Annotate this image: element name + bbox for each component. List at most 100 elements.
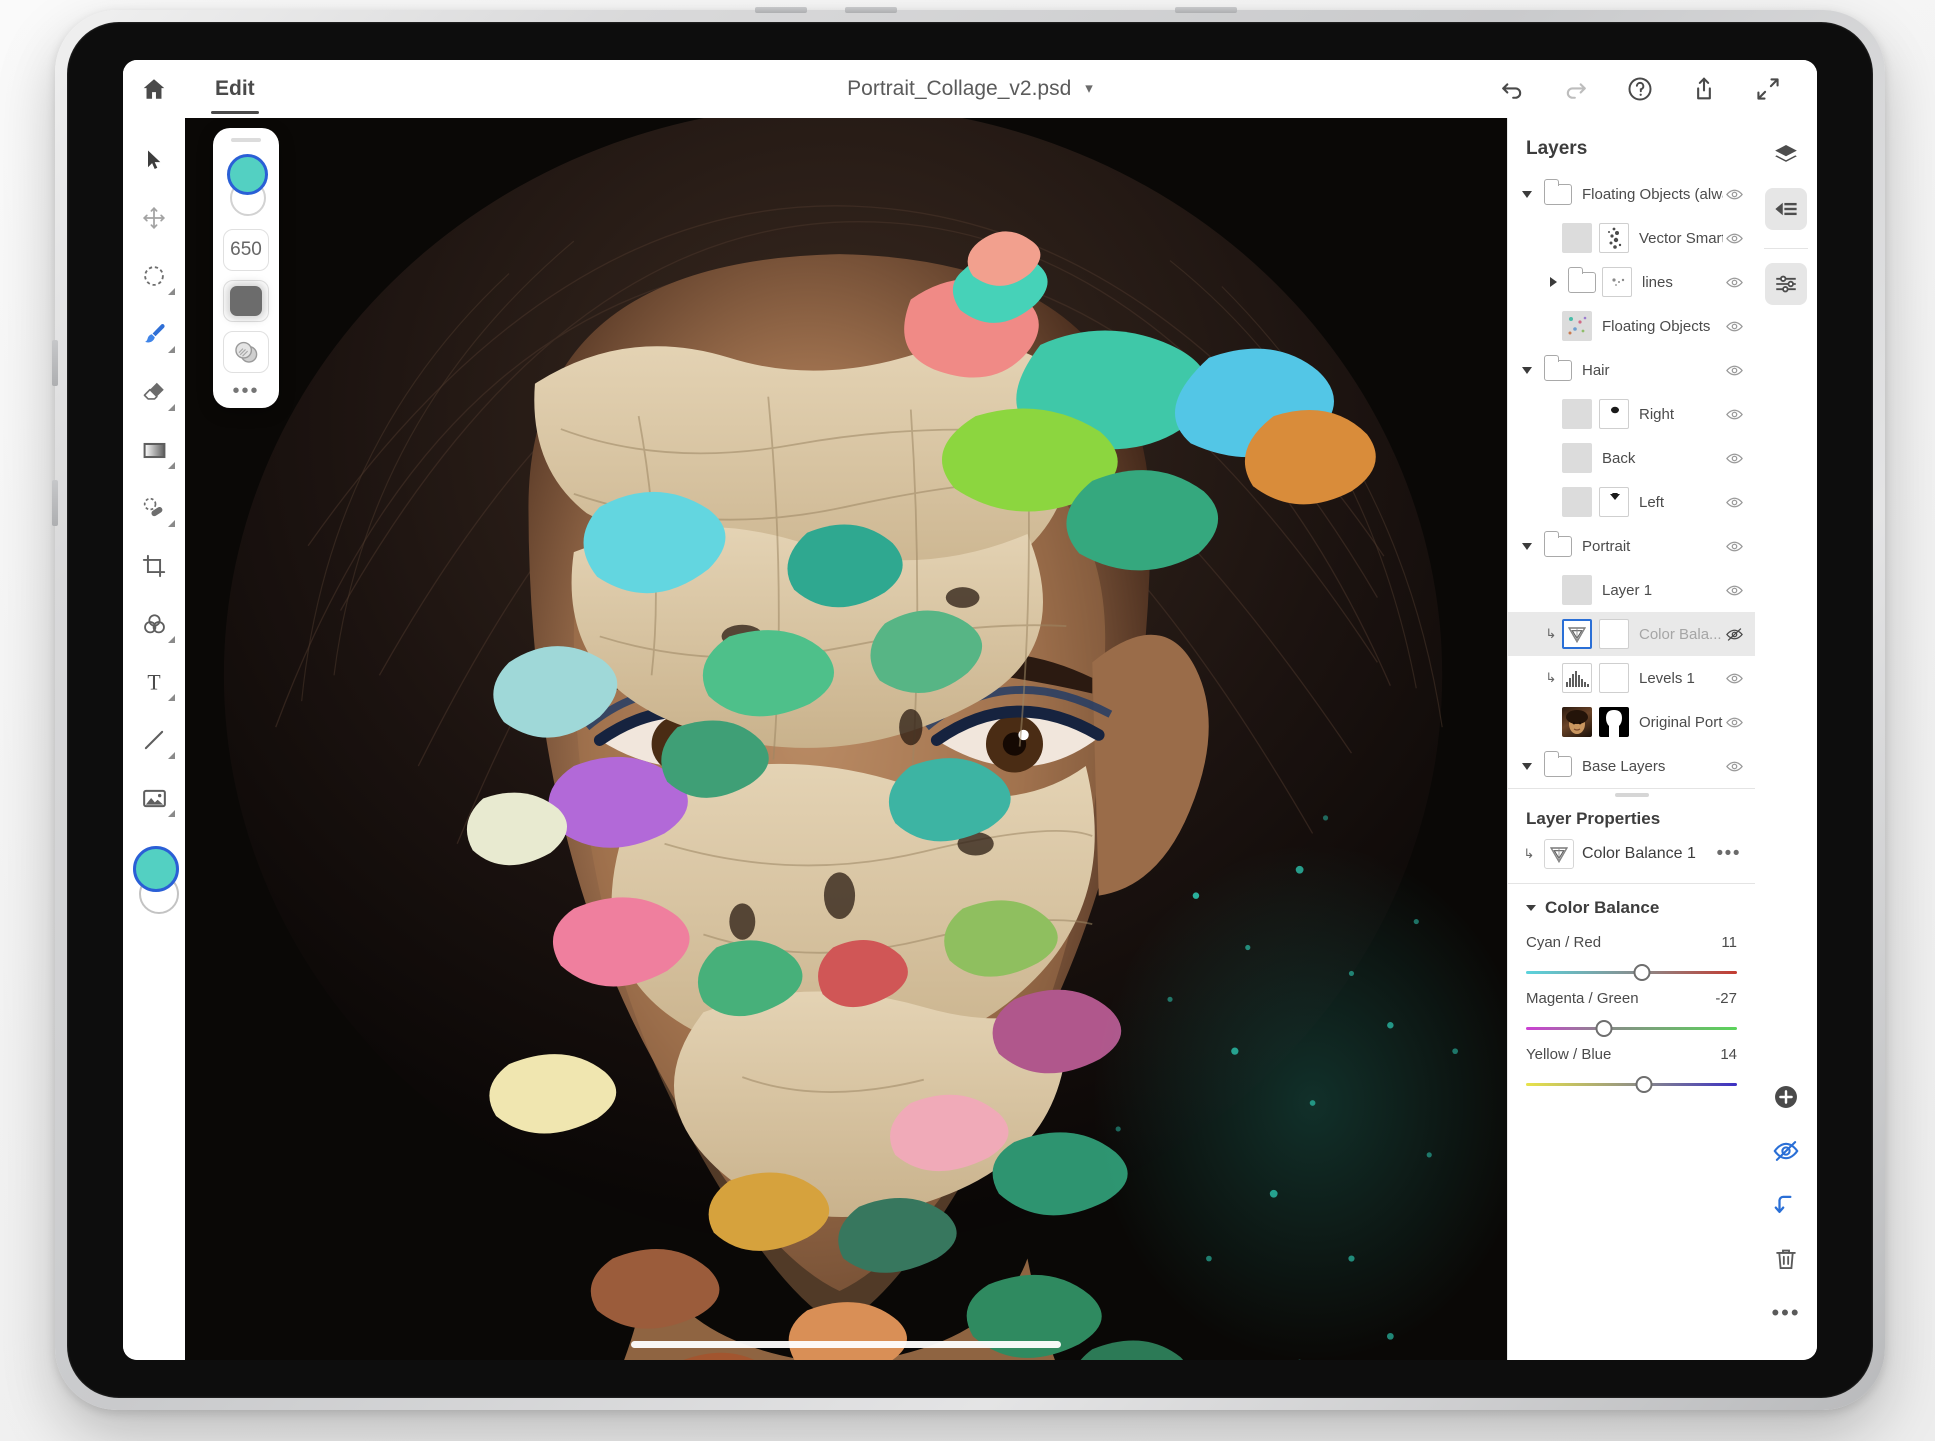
crop-tool[interactable] (128, 538, 180, 594)
brush-blend-button[interactable] (223, 331, 269, 373)
layer-row[interactable]: ↳ Color Bala... (1508, 612, 1755, 656)
brush-tool[interactable] (128, 306, 180, 362)
undo-button[interactable] (1497, 74, 1527, 104)
slider-track[interactable] (1526, 964, 1737, 981)
image-canvas[interactable]: 650 ••• (185, 118, 1507, 1360)
color-balance-slider[interactable]: Yellow / Blue 14 (1508, 1038, 1755, 1094)
layer-visibility-toggle[interactable] (1723, 361, 1745, 380)
slider-thumb[interactable] (1633, 964, 1651, 981)
layer-visibility-toggle[interactable] (1723, 757, 1745, 776)
slider-track[interactable] (1526, 1076, 1737, 1093)
color-swatches[interactable] (128, 846, 180, 924)
home-indicator-bar[interactable] (631, 1341, 1061, 1348)
type-tool[interactable]: T (128, 654, 180, 710)
add-layer-button[interactable] (1765, 1076, 1807, 1118)
layer-visibility-toggle[interactable] (1723, 273, 1745, 292)
slider-thumb[interactable] (1595, 1020, 1613, 1037)
layer-mask-thumbnail[interactable] (1599, 707, 1629, 737)
layer-visibility-toggle[interactable] (1723, 581, 1745, 600)
layer-properties-more-button[interactable]: ••• (1717, 843, 1741, 865)
layer-row[interactable]: Original Portr... (1508, 700, 1755, 744)
layer-row[interactable]: Vector Smart... (1508, 216, 1755, 260)
layer-thumbnail[interactable] (1562, 443, 1592, 473)
more-options-button[interactable]: ••• (1765, 1292, 1807, 1334)
layer-properties-row[interactable]: ↳ Color Balance 1 ••• (1508, 835, 1755, 883)
layer-visibility-toggle[interactable] (1723, 713, 1745, 732)
layer-mask-thumbnail[interactable] (1599, 223, 1629, 253)
move-select-tool[interactable] (128, 132, 180, 188)
layer-row[interactable]: ↳ Levels 1 (1508, 656, 1755, 700)
line-shape-tool[interactable] (128, 712, 180, 768)
layer-row[interactable]: Hair (1508, 348, 1755, 392)
slider-track[interactable] (1526, 1020, 1737, 1037)
layer-visibility-toggle[interactable] (1723, 669, 1745, 688)
layer-row[interactable]: Right (1508, 392, 1755, 436)
layer-visibility-toggle[interactable] (1723, 625, 1745, 644)
layer-thumbnail[interactable] (1562, 487, 1592, 517)
layer-row[interactable]: Base Layers (1508, 744, 1755, 788)
layers-panel-button[interactable] (1765, 134, 1807, 176)
layer-visibility-toggle[interactable] (1723, 449, 1745, 468)
home-button[interactable] (123, 76, 185, 102)
group-disclosure-toggle[interactable] (1518, 366, 1536, 374)
layer-thumbnail[interactable] (1562, 707, 1592, 737)
volume-button-down[interactable] (845, 7, 897, 13)
expand-button[interactable] (1753, 74, 1783, 104)
hide-layer-button[interactable] (1765, 1130, 1807, 1172)
help-button[interactable] (1625, 74, 1655, 104)
redo-button[interactable] (1561, 74, 1591, 104)
adjustments-button[interactable] (1765, 263, 1807, 305)
layer-thumbnail[interactable] (1562, 311, 1592, 341)
healing-brush-tool[interactable] (128, 480, 180, 536)
group-disclosure-toggle[interactable] (1544, 277, 1562, 287)
layer-mask-thumbnail[interactable] (1602, 267, 1632, 297)
brush-tip-button[interactable] (223, 280, 269, 322)
layer-visibility-toggle[interactable] (1723, 493, 1745, 512)
layer-thumbnail[interactable] (1562, 223, 1592, 253)
layer-mask-thumbnail[interactable] (1599, 663, 1629, 693)
layer-row[interactable]: Layer 1 (1508, 568, 1755, 612)
transform-tool[interactable] (128, 190, 180, 246)
group-disclosure-toggle[interactable] (1518, 190, 1536, 198)
color-balance-slider[interactable]: Magenta / Green -27 (1508, 982, 1755, 1038)
layer-visibility-toggle[interactable] (1723, 229, 1745, 248)
layer-visibility-toggle[interactable] (1723, 405, 1745, 424)
group-disclosure-toggle[interactable] (1518, 762, 1536, 770)
layer-visibility-toggle[interactable] (1723, 317, 1745, 336)
volume-button-up[interactable] (755, 7, 807, 13)
layer-mask-thumbnail[interactable] (1599, 399, 1629, 429)
adjustment-tool[interactable] (128, 596, 180, 652)
layer-visibility-toggle[interactable] (1723, 185, 1745, 204)
layer-row[interactable]: Portrait (1508, 524, 1755, 568)
color-balance-slider[interactable]: Cyan / Red 11 (1508, 926, 1755, 982)
layer-row[interactable]: Back (1508, 436, 1755, 480)
layer-row[interactable]: Left (1508, 480, 1755, 524)
gradient-tool[interactable] (128, 422, 180, 478)
brush-size-field[interactable]: 650 (223, 229, 269, 271)
layer-thumbnail[interactable] (1562, 399, 1592, 429)
panel-drag-handle[interactable] (231, 138, 261, 142)
power-button[interactable] (1175, 7, 1237, 13)
layer-row[interactable]: Floating Objects (1508, 304, 1755, 348)
brush-more-options[interactable]: ••• (232, 381, 259, 401)
delete-layer-button[interactable] (1765, 1238, 1807, 1280)
layer-mask-thumbnail[interactable] (1599, 619, 1629, 649)
slider-thumb[interactable] (1635, 1076, 1653, 1093)
layer-thumbnail[interactable] (1562, 575, 1592, 605)
layer-row[interactable]: lines (1508, 260, 1755, 304)
tab-edit[interactable]: Edit (189, 60, 281, 118)
panel-resize-handle[interactable] (1508, 789, 1755, 801)
layer-mask-thumbnail[interactable] (1599, 487, 1629, 517)
clipping-mask-button[interactable] (1765, 1184, 1807, 1226)
brush-color-swatches[interactable] (220, 154, 272, 220)
group-disclosure-toggle[interactable] (1518, 542, 1536, 550)
eraser-tool[interactable] (128, 364, 180, 420)
share-button[interactable] (1689, 74, 1719, 104)
place-image-tool[interactable] (128, 770, 180, 826)
layers-list[interactable]: Floating Objects (alway... Vector Smart..… (1508, 172, 1755, 788)
color-balance-sliders[interactable]: Cyan / Red 11 Magenta / Green -27 Yellow / B… (1508, 926, 1755, 1094)
layer-row[interactable]: Floating Objects (alway... (1508, 172, 1755, 216)
layer-visibility-toggle[interactable] (1723, 537, 1745, 556)
levels-thumbnail[interactable] (1562, 663, 1592, 693)
color-balance-thumbnail[interactable] (1562, 619, 1592, 649)
